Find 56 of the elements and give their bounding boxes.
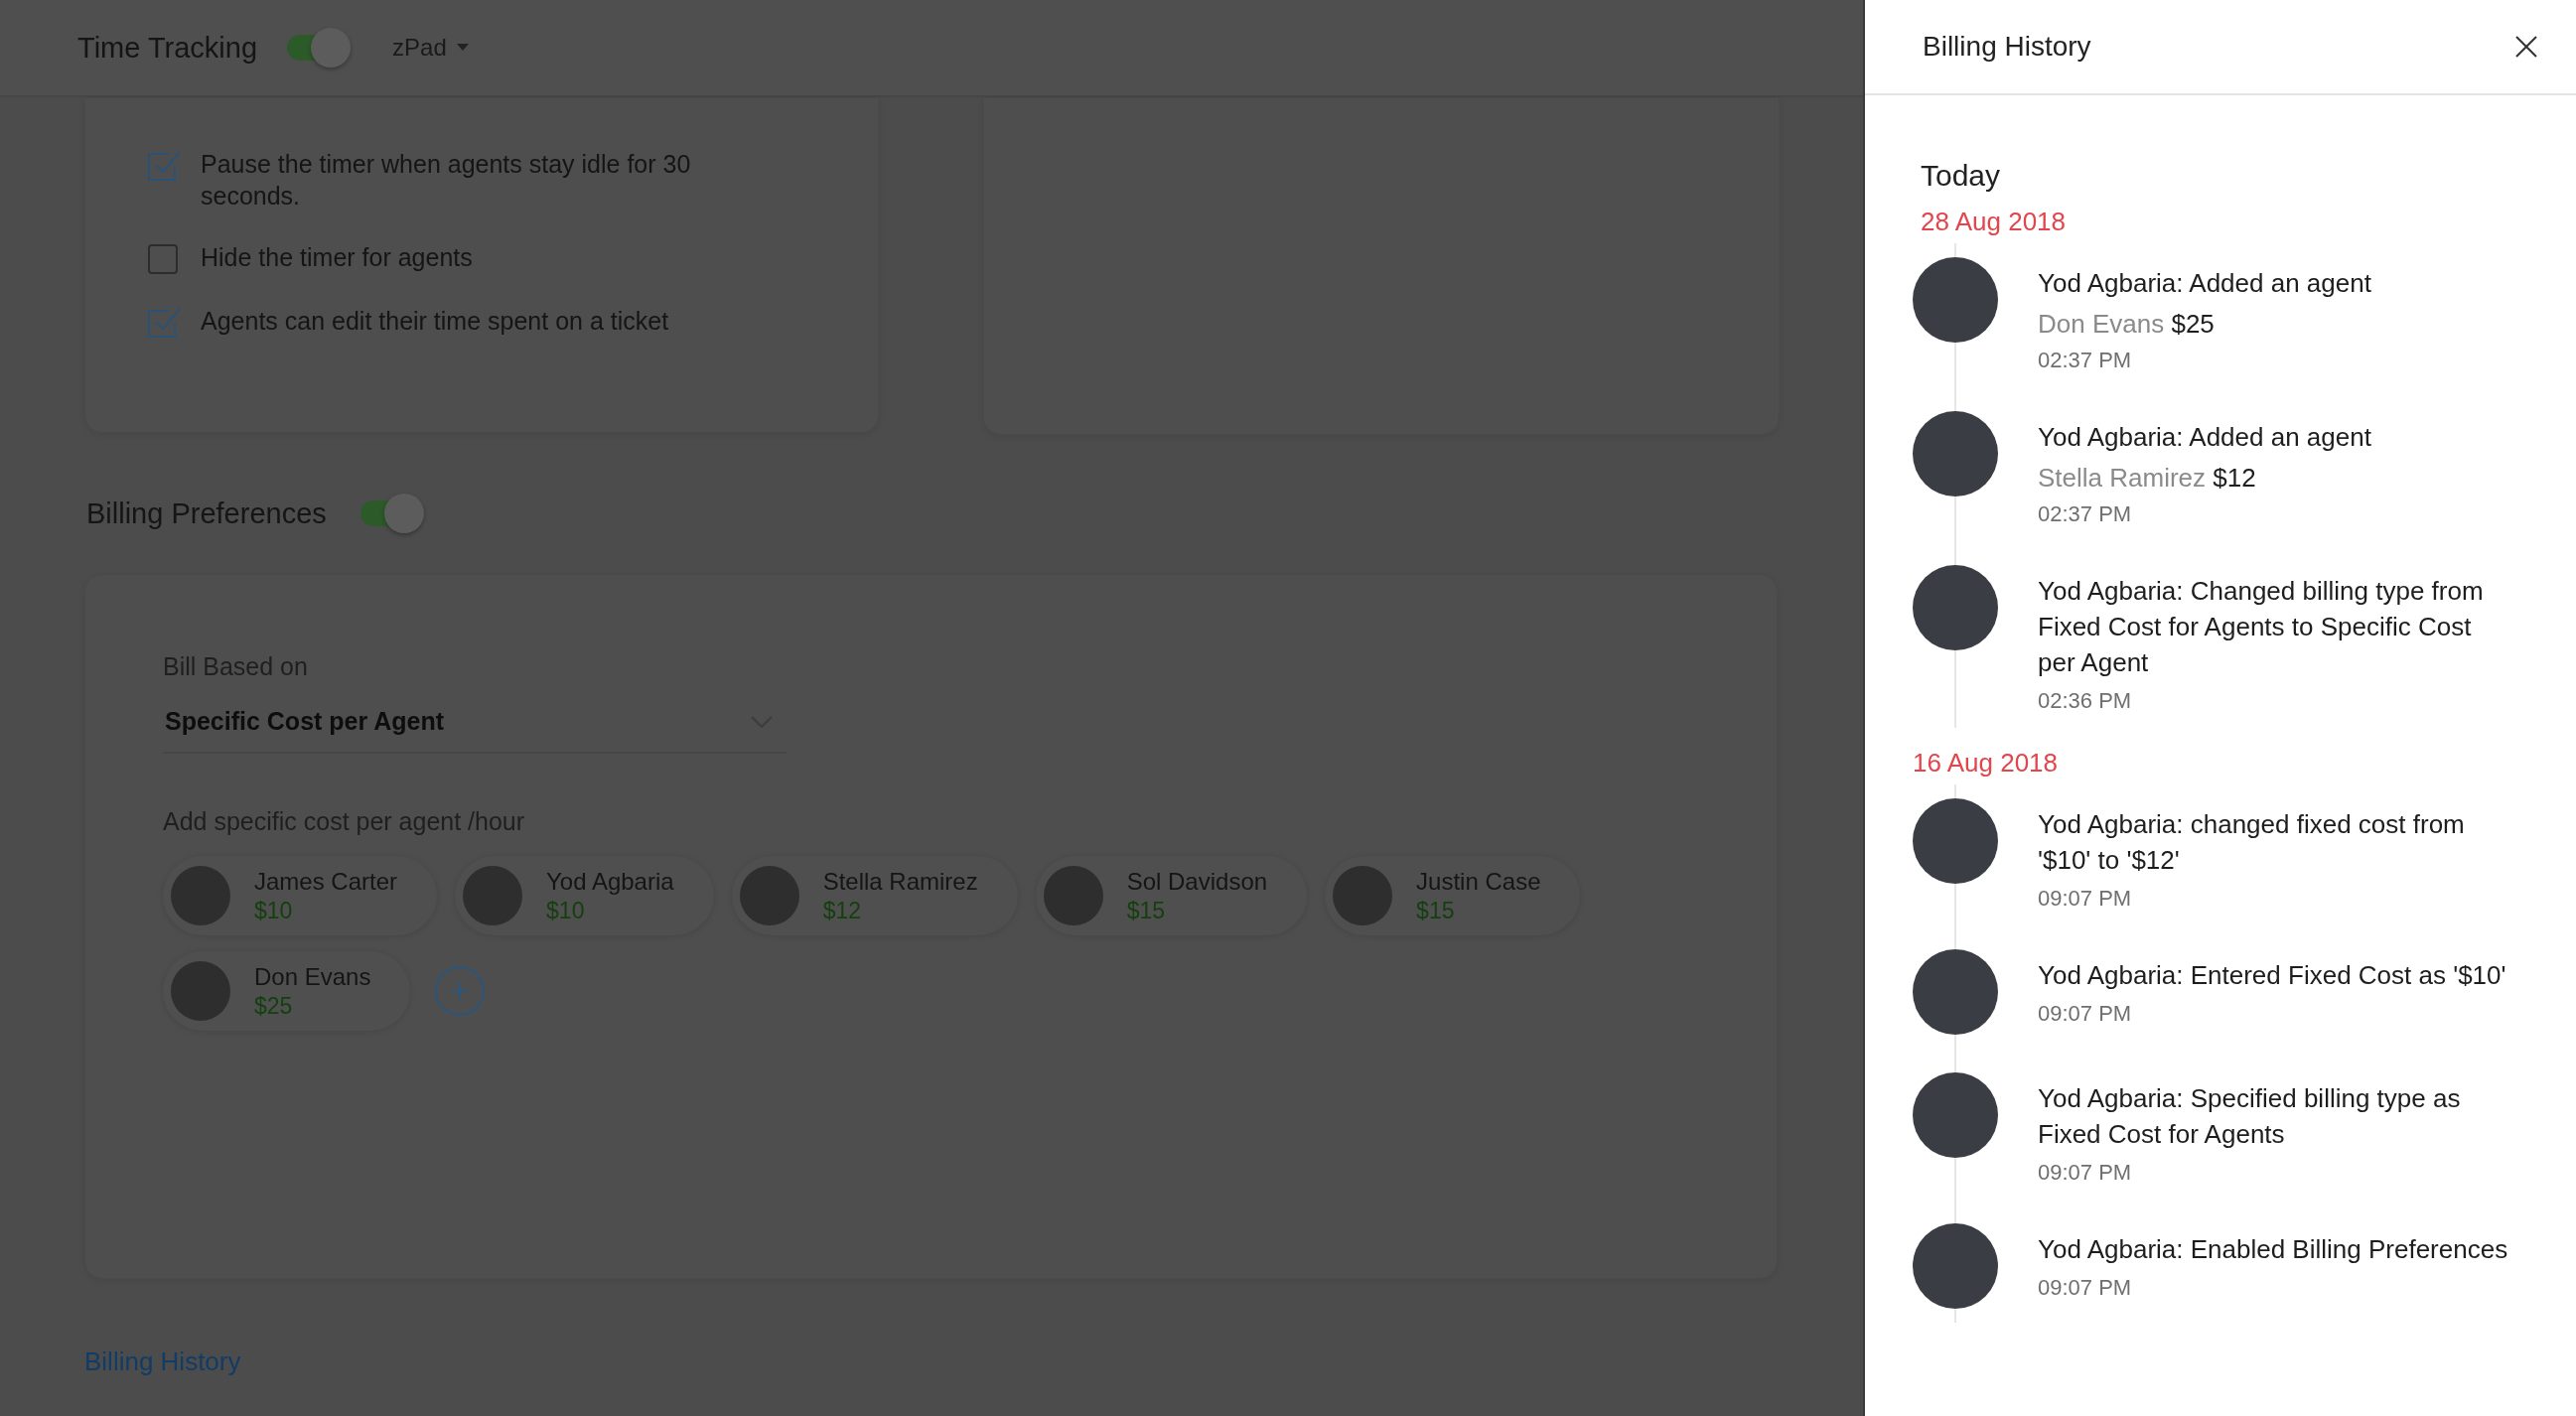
agent-cost: $10 <box>254 897 294 924</box>
agent-chip[interactable]: Don Evans $25 <box>163 951 411 1031</box>
caret-icon <box>456 44 469 52</box>
history-time: 02:36 PM <box>2038 688 2133 714</box>
avatar-placeholder <box>739 866 799 925</box>
agent-chip[interactable]: Stella Ramirez $12 <box>731 856 1018 935</box>
option-label: Pause the timer when agents stay idle for 30 seconds. <box>201 149 692 212</box>
checkbox[interactable] <box>147 241 181 275</box>
agent-cost-line: Stella Ramirez $12 <box>2038 463 2257 494</box>
agent-chip[interactable]: James Carter $10 <box>163 856 438 935</box>
toggle-switch[interactable] <box>285 27 352 69</box>
agent-cost-line: Don Evans $25 <box>2038 309 2216 340</box>
history-text: Yod Agbaria: Entered Fixed Cost as '$10' <box>2038 959 2507 992</box>
history-time: 02:37 PM <box>2038 501 2133 527</box>
history-text: Yod Agbaria: Added an agent <box>2038 267 2372 300</box>
option-label: Agents can edit their time spent on a ticket <box>201 306 670 337</box>
section-title: Time Tracking <box>77 31 258 65</box>
agent-cost: $10 <box>546 897 586 924</box>
avatar-placeholder <box>1043 866 1103 925</box>
option-label: Hide the timer for agents <box>201 242 474 273</box>
history-text: Yod Agbaria: Specified billing type as Fixed Cost for Agents <box>2038 1082 2462 1151</box>
agent-cost: $15 <box>1126 897 1167 924</box>
history-text: Yod Agbaria: changed fixed cost from '$10' to '$12' <box>2038 808 2466 877</box>
agent-name: James Carter <box>254 867 398 896</box>
agent-cost: $12 <box>822 897 862 924</box>
panel-title: Billing History <box>1923 31 2091 63</box>
avatar-placeholder <box>171 961 230 1021</box>
history-text: Yod Agbaria: Added an agent <box>2038 421 2372 454</box>
history-text: Yod Agbaria: Changed billing type from Fixed Cost for Agents to Specific Cost per Agent <box>2038 575 2485 679</box>
add-icon[interactable] <box>434 965 487 1017</box>
history-time: 09:07 PM <box>2038 1275 2133 1301</box>
history-time: 02:37 PM <box>2038 348 2133 373</box>
history-text: Yod Agbaria: Enabled Billing Preferences <box>2038 1233 2509 1266</box>
avatar-placeholder <box>463 866 523 925</box>
agent-cost: $15 <box>1416 897 1456 924</box>
agent-chip[interactable]: Justin Case $15 <box>1325 856 1581 935</box>
history-time: 09:07 PM <box>2038 886 2133 912</box>
agent-name: Justin Case <box>1416 867 1541 896</box>
avatar-placeholder <box>171 866 230 925</box>
agent-name: Yod Agbaria <box>546 867 674 896</box>
close-icon[interactable] <box>2514 35 2538 59</box>
agent-name: Sol Davidson <box>1126 867 1268 896</box>
section-title: Billing Preferences <box>86 496 327 530</box>
date-heading: 16 Aug 2018 <box>1913 748 2060 779</box>
history-time: 09:07 PM <box>2038 1160 2133 1186</box>
billing-type-select[interactable]: Specific Cost per Agent <box>163 687 787 754</box>
agent-chip[interactable]: Sol Davidson $15 <box>1035 856 1308 935</box>
date-heading: 28 Aug 2018 <box>1921 207 2068 237</box>
agent-cost: $25 <box>254 992 294 1020</box>
agent-name: Don Evans <box>254 962 371 991</box>
avatar-placeholder <box>1333 866 1393 925</box>
agent-chip[interactable]: Yod Agbaria $10 <box>455 856 714 935</box>
billing-history-link[interactable]: Billing History <box>84 1346 1863 1377</box>
agent-name: Stella Ramirez <box>822 867 978 896</box>
history-time: 09:07 PM <box>2038 1001 2133 1027</box>
day-heading: Today <box>1921 159 2002 193</box>
